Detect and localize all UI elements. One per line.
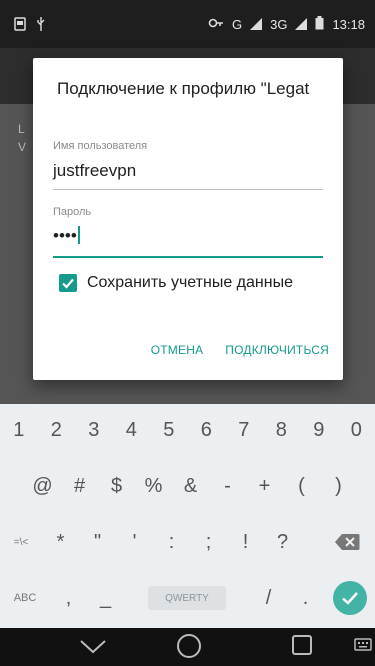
username-underline [53,189,323,190]
key-double-quote[interactable]: " [79,516,116,568]
save-credentials-row[interactable]: Сохранить учетные данные [59,274,293,292]
clock: 13:18 [332,17,365,32]
key-asterisk[interactable]: * [42,516,79,568]
save-credentials-label: Сохранить учетные данные [87,274,293,291]
key-plus[interactable]: + [246,460,283,512]
key-2[interactable]: 2 [38,404,76,456]
dialog-actions: ОТМЕНА ПОДКЛЮЧИТЬСЯ [151,343,329,357]
key-question[interactable]: ? [264,516,301,568]
status-bar: G 3G 13:18 [0,0,375,48]
text-caret [77,226,80,244]
key-percent[interactable]: % [135,460,172,512]
key-5[interactable]: 5 [150,404,188,456]
keyboard-row-bottom: ABC , _ QWERTY / . [0,572,375,624]
usb-icon [36,16,46,35]
background-text-1: L [18,122,25,136]
key-slash[interactable]: / [250,572,287,624]
vpn-key-icon [208,16,224,33]
key-period[interactable]: . [287,572,324,624]
key-more-symbols[interactable]: =\< [0,516,42,568]
home-icon[interactable] [175,632,203,665]
key-9[interactable]: 9 [300,404,338,456]
key-1[interactable]: 1 [0,404,38,456]
network-type-label: G [231,17,243,32]
key-minus[interactable]: - [209,460,246,512]
back-icon[interactable] [78,636,108,661]
status-left [14,16,46,35]
password-field[interactable]: •••• [53,226,80,246]
key-6[interactable]: 6 [188,404,226,456]
password-value: •••• [53,226,77,245]
connect-profile-dialog: Подключение к профилю "Legat Имя пользов… [33,58,343,380]
keyboard-row-symbols-2: =\< * " ' : ; ! ? [0,516,375,568]
keyboard-switch-icon[interactable] [354,638,372,659]
key-comma[interactable]: , [50,572,87,624]
screenshot-icon [14,17,26,34]
key-semicolon[interactable]: ; [190,516,227,568]
key-hash[interactable]: # [61,460,98,512]
backspace-icon [334,534,359,550]
key-7[interactable]: 7 [225,404,263,456]
key-3[interactable]: 3 [75,404,113,456]
navigation-bar [0,628,375,666]
key-colon[interactable]: : [153,516,190,568]
key-8[interactable]: 8 [263,404,301,456]
save-credentials-checkbox[interactable] [59,274,77,292]
keyboard-row-symbols-1: @ # $ % & - + ( ) [0,460,375,512]
password-label: Пароль [53,206,92,218]
connect-button[interactable]: ПОДКЛЮЧИТЬСЯ [225,343,329,357]
username-field[interactable]: justfreevpn [53,161,136,181]
enter-key[interactable] [324,572,375,624]
key-0[interactable]: 0 [338,404,375,456]
recents-icon[interactable] [290,633,314,662]
signal-icon [250,17,263,33]
key-dollar[interactable]: $ [98,460,135,512]
battery-icon [315,16,324,33]
signal-icon-2 [295,17,308,33]
space-key[interactable]: QWERTY [124,572,250,624]
key-at[interactable]: @ [24,460,61,512]
symbols-keyboard: 1 2 3 4 5 6 7 8 9 0 @ # $ % & - + ( ) =\… [0,404,375,628]
key-close-paren[interactable]: ) [320,460,357,512]
space-key-label: QWERTY [165,592,209,604]
cancel-button[interactable]: ОТМЕНА [151,343,204,357]
key-underscore[interactable]: _ [87,572,124,624]
password-underline [53,256,323,258]
key-apostrophe[interactable]: ' [116,516,153,568]
space-bar: QWERTY [148,586,226,610]
backspace-key[interactable] [318,516,375,568]
key-abc[interactable]: ABC [0,572,50,624]
check-icon [62,278,74,289]
key-4[interactable]: 4 [113,404,151,456]
username-label: Имя пользователя [53,140,148,152]
enter-check-icon [332,581,367,615]
key-exclamation[interactable]: ! [227,516,264,568]
key-open-paren[interactable]: ( [283,460,320,512]
status-right: G 3G 13:18 [208,16,365,33]
keyboard-row-digits: 1 2 3 4 5 6 7 8 9 0 [0,404,375,456]
dialog-title: Подключение к профилю "Legat [57,79,310,98]
key-ampersand[interactable]: & [172,460,209,512]
network-type-label-2: 3G [270,17,288,32]
background-text-2: V [18,140,27,154]
